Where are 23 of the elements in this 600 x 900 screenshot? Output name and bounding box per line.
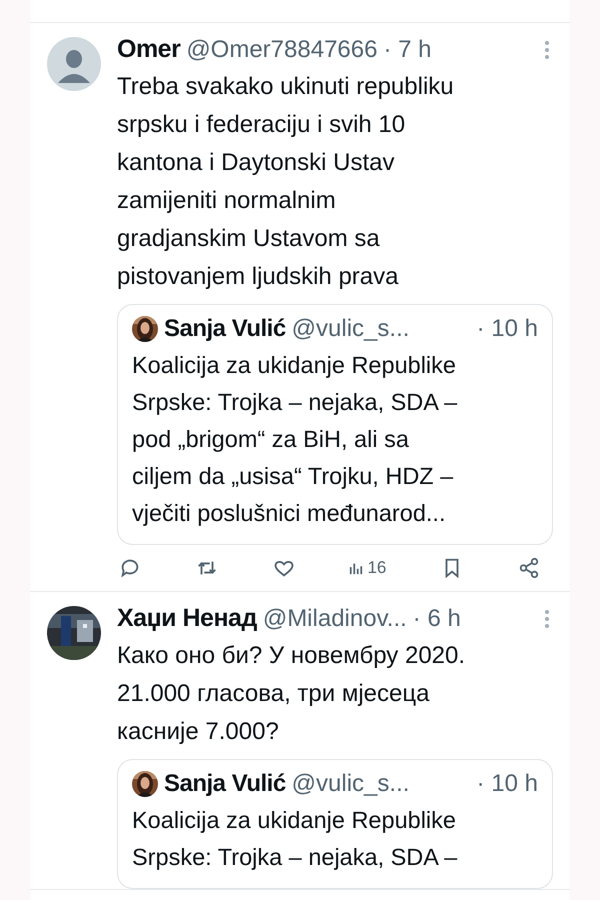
quoted-author-name: Sanja Vulić: [164, 770, 286, 798]
quoted-post-card[interactable]: Sanja Vulić @vulic_s... · 10 h Koalicija za ukidanje Republike Srpske: Trojka – nejaka, SDA – pod „brigom“ za BiH, ali sa ciljem da „usisa“ Trojku, HDZ – vječiti poslušnici međunarod...: [117, 304, 553, 545]
user-handle[interactable]: @Miladinov...: [262, 605, 407, 633]
bar-chart-icon: [349, 561, 364, 575]
quoted-user-handle: @vulic_s...: [292, 315, 410, 343]
post-time: · 6 h: [412, 605, 461, 633]
quoted-user-handle: @vulic_s...: [292, 770, 410, 798]
quoted-post-card[interactable]: Sanja Vulić @vulic_s... · 10 h Koalicija za ukidanje Republike Srpske: Trojka – nejaka, SDA –: [117, 759, 553, 889]
quoted-post-text: Koalicija za ukidanje Republike Srpske: Trojka – nejaka, SDA –: [132, 806, 458, 872]
author-name[interactable]: Хаџи Ненад: [117, 604, 257, 633]
quoted-post-time: · 10 h: [476, 315, 538, 343]
post-time: · 7 h: [383, 36, 432, 64]
share-icon[interactable]: [518, 557, 540, 579]
quoted-post-time: · 10 h: [476, 770, 538, 798]
post-text: Како оно би? У новембру 2020. 21.000 гласова, три мјесеца касније 7.000?: [117, 641, 466, 747]
quoted-author-name: Sanja Vulić: [164, 315, 286, 343]
post-text: Treba svakako ukinuti republiku srpsku i federaciju i svih 10 kantona i Daytonski Ustav zamijeniti normalnim gradjanskim Ustavom sa pistovanjem ljudskih prava: [117, 72, 455, 292]
user-handle[interactable]: @Omer78847666: [186, 36, 378, 64]
reply-icon[interactable]: [119, 557, 141, 579]
quoted-post-text: Koalicija za ukidanje Republike Srpske: Trojka – nejaka, SDA – pod „brigom“ za BiH, ali sa ciljem da „usisa“ Trojku, HDZ – vječiti poslušnici međunarod...: [132, 351, 458, 528]
default-avatar-icon[interactable]: [47, 37, 101, 91]
views-button[interactable]: 16: [349, 558, 386, 578]
author-name[interactable]: Omer: [117, 35, 180, 64]
